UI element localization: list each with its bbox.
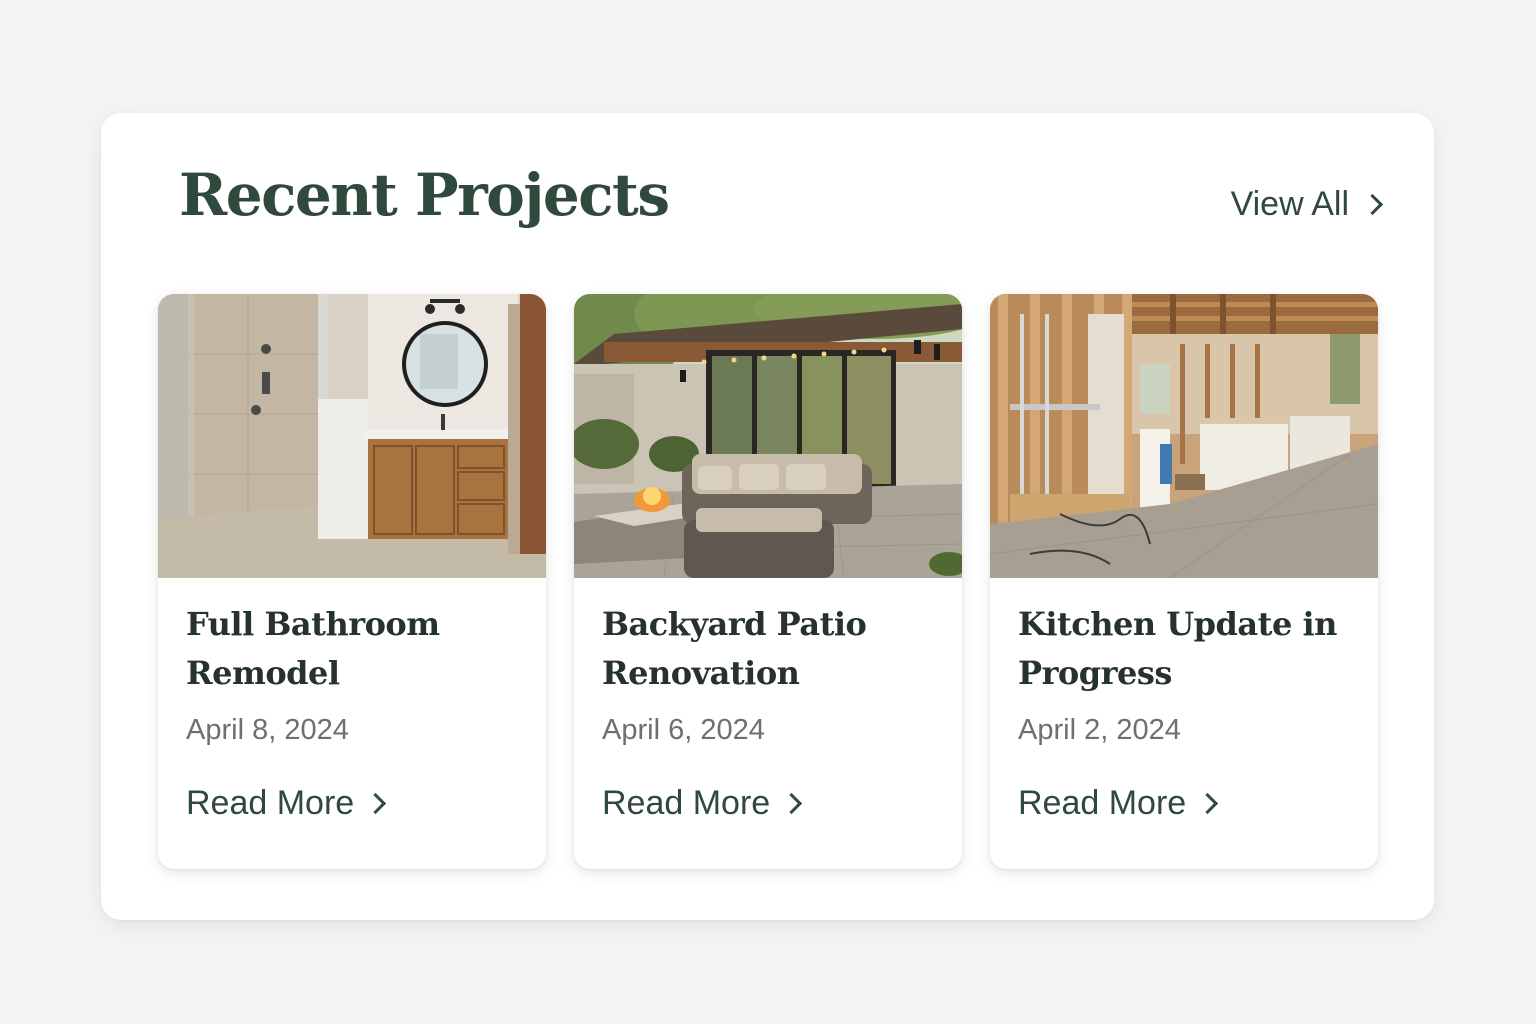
project-card[interactable]: Backyard Patio Renovation April 6, 2024 R… xyxy=(574,294,962,869)
view-all-label: View All xyxy=(1230,185,1349,223)
project-date: April 6, 2024 xyxy=(602,714,765,746)
project-title: Kitchen Update in Progress xyxy=(1018,605,1337,692)
project-image-kitchen[interactable] xyxy=(990,294,1378,578)
chevron-right-icon xyxy=(1197,792,1219,815)
section-title: Recent Projects xyxy=(179,161,670,229)
chevron-right-icon xyxy=(1361,193,1384,216)
read-more-link[interactable]: Read More xyxy=(602,784,803,823)
chevron-right-icon xyxy=(365,792,387,815)
project-image-bathroom[interactable] xyxy=(158,294,546,578)
project-date: April 8, 2024 xyxy=(186,714,349,746)
read-more-label: Read More xyxy=(1018,784,1187,822)
read-more-link[interactable]: Read More xyxy=(1018,784,1219,823)
recent-projects-panel: Recent Projects View All Full Bathroom R… xyxy=(101,113,1434,920)
project-card[interactable]: Kitchen Update in Progress April 2, 2024 … xyxy=(990,294,1378,869)
project-image-patio[interactable] xyxy=(574,294,962,578)
project-date: April 2, 2024 xyxy=(1018,714,1181,746)
project-card[interactable]: Full Bathroom Remodel April 8, 2024 Read … xyxy=(158,294,546,869)
chevron-right-icon xyxy=(781,792,803,815)
read-more-label: Read More xyxy=(186,784,355,822)
view-all-link[interactable]: View All xyxy=(1230,185,1384,224)
read-more-label: Read More xyxy=(602,784,771,822)
project-title: Full Bathroom Remodel xyxy=(186,605,440,692)
project-title: Backyard Patio Renovation xyxy=(602,605,867,692)
project-card-list: Full Bathroom Remodel April 8, 2024 Read … xyxy=(158,294,1378,869)
read-more-link[interactable]: Read More xyxy=(186,784,387,823)
